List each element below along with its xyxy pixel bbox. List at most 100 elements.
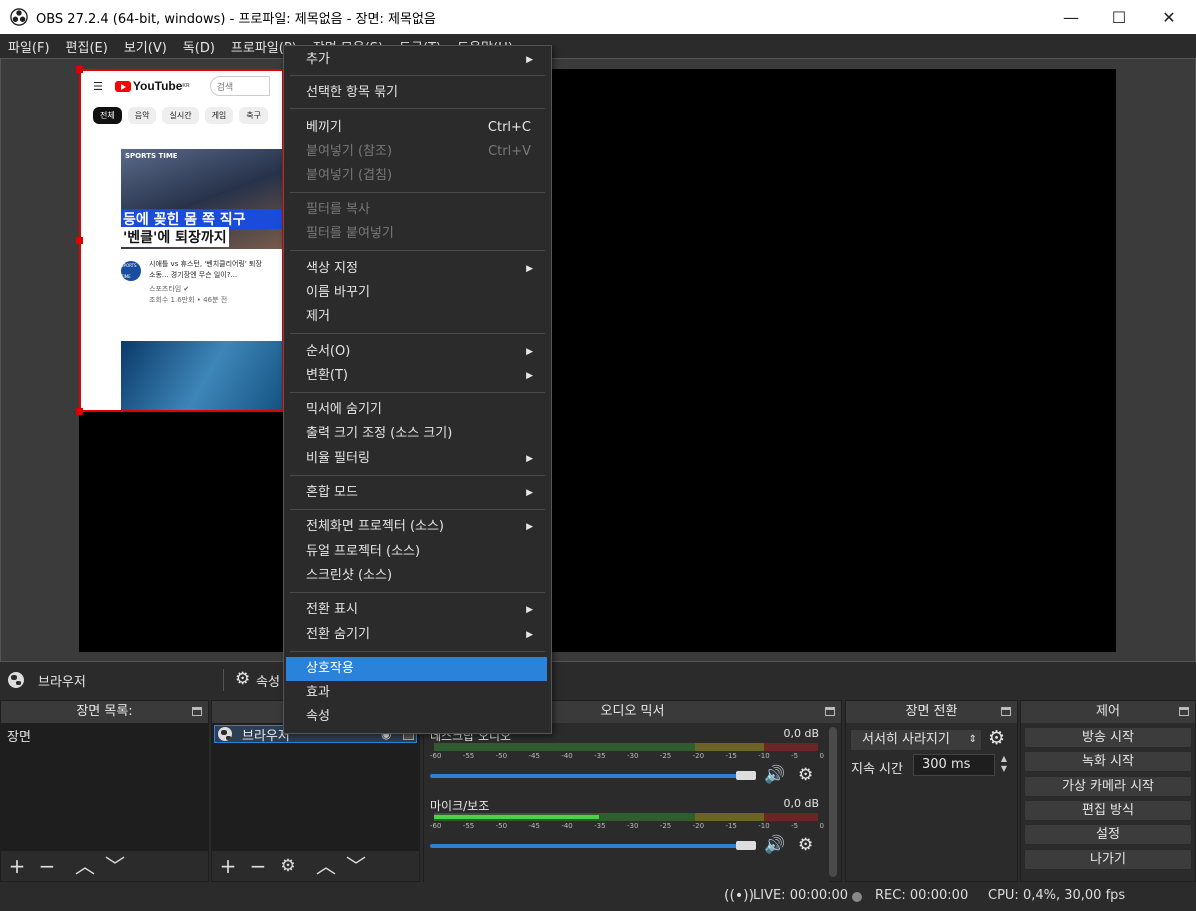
speaker-icon[interactable]: 🔊: [764, 835, 785, 855]
close-button[interactable]: ✕: [1144, 0, 1194, 34]
settings-button[interactable]: 설정: [1024, 824, 1192, 845]
add-icon[interactable]: +: [218, 856, 238, 876]
menu-item-hide-transition[interactable]: 전환 숨기기 ▶: [286, 623, 547, 647]
resize-handle[interactable]: [76, 237, 83, 244]
menu-item-order[interactable]: 순서(O) ▶: [286, 340, 547, 364]
meter-level-bar: [434, 815, 599, 819]
maximize-button[interactable]: ☐: [1094, 0, 1144, 34]
properties-button[interactable]: 속성: [256, 671, 280, 690]
scene-transitions-dock: 장면 전환 서서히 사라지기 ⇕ ⚙ 지속 시간 300 ms ▲ ▼: [845, 700, 1018, 882]
start-virtual-camera-button[interactable]: 가상 카메라 시작: [1024, 776, 1192, 797]
obs-logo-icon: [10, 8, 28, 26]
resize-handle[interactable]: [76, 408, 83, 415]
minimize-button[interactable]: —: [1046, 0, 1096, 34]
meter-scale: -60 -55 -50 -45 -40 -35 -30 -25 -20 -15 -10 -5 0: [430, 822, 824, 830]
speaker-icon[interactable]: 🔊: [764, 765, 785, 785]
duration-label: 지속 시간: [851, 762, 903, 777]
menu-item-copy-filters: 필터를 복사: [306, 202, 370, 217]
menu-item-filters[interactable]: 효과: [286, 681, 547, 705]
source-tools: + − ⚙ ︿ ﹀: [212, 851, 419, 881]
chip: 실시간: [162, 107, 199, 124]
menu-item-blend-mode[interactable]: 혼합 모드 ▶: [286, 481, 547, 505]
duration-spinner[interactable]: ▲ ▼: [996, 754, 1012, 776]
menu-icon: ☰: [93, 79, 103, 93]
float-icon[interactable]: [1001, 707, 1011, 716]
mixer-channels: 데스크탑 오디오 0,0 dB -60 -55 -50 -45 -40 -35 -30 -25…: [424, 723, 829, 883]
menu-item-windowed-projector[interactable]: 듀얼 프로젝터 (소스): [286, 540, 547, 564]
menu-item-interact[interactable]: 상호작용: [286, 657, 547, 681]
studio-mode-button[interactable]: 편집 방식: [1024, 800, 1192, 821]
menu-edit[interactable]: 편집(E): [58, 37, 116, 56]
volume-slider[interactable]: [430, 844, 754, 848]
menu-bar: 파일(F) 편집(E) 보기(V) 독(D) 프로파일(P) 장면 모음(S) …: [0, 34, 1196, 58]
menu-separator: [290, 192, 545, 193]
menu-view[interactable]: 보기(V): [116, 37, 175, 56]
record-indicator-icon: [852, 892, 862, 902]
menu-item-transform[interactable]: 변환(T) ▶: [286, 364, 547, 388]
menu-item-set-color[interactable]: 색상 지정 ▶: [286, 257, 547, 281]
live-timer: LIVE: 00:00:00: [753, 888, 849, 903]
video-thumbnail: [121, 341, 282, 410]
start-streaming-button[interactable]: 방송 시작: [1024, 727, 1192, 748]
add-icon[interactable]: +: [7, 856, 27, 876]
gear-icon[interactable]: ⚙: [278, 856, 298, 876]
gear-icon[interactable]: ⚙: [798, 835, 813, 855]
float-icon[interactable]: [192, 707, 202, 716]
menu-item-remove[interactable]: 제거: [286, 305, 547, 329]
source-toolbar: 브라우저 ⚙ 속성: [0, 664, 1196, 696]
menu-item-copy[interactable]: 베끼기 Ctrl+C: [286, 116, 547, 140]
move-down-icon[interactable]: ﹀: [346, 856, 366, 876]
volume-slider[interactable]: [430, 774, 754, 778]
channel-avatar: SPORTS TIME: [121, 261, 141, 281]
meter-scale: -60 -55 -50 -45 -40 -35 -30 -25 -20 -15 -10 -5 0: [430, 752, 824, 760]
gear-icon[interactable]: ⚙: [235, 669, 250, 689]
video-info: SPORTS TIME 시애틀 vs 휴스턴, '벤치클리어링' 퇴장 소동..…: [121, 260, 262, 304]
menu-item-add[interactable]: 추가 ▶: [286, 48, 547, 72]
browser-source[interactable]: ☰ YouTube KR 검색 전체 음악 실시간 게임 축구 SPORTS TI…: [79, 69, 284, 412]
menu-item-hide-in-mixer[interactable]: 믹서에 숨기기: [286, 398, 547, 422]
menu-item-scale-filtering[interactable]: 비율 필터링 ▶: [286, 447, 547, 471]
exit-button[interactable]: 나가기: [1024, 849, 1192, 870]
menu-item-screenshot[interactable]: 스크린샷 (소스): [286, 564, 547, 588]
submenu-arrow-icon: ▶: [526, 630, 533, 640]
channel-level: 0,0 dB: [783, 727, 819, 740]
menu-separator: [290, 250, 545, 251]
menu-item-group[interactable]: 선택한 항목 묶기: [286, 81, 547, 105]
scene-list: 장면: [1, 723, 208, 851]
volume-slider-handle[interactable]: [736, 841, 756, 850]
duration-input[interactable]: 300 ms: [913, 754, 995, 776]
move-up-icon[interactable]: ︿: [75, 856, 95, 876]
scene-item[interactable]: 장면: [1, 723, 208, 748]
menu-file[interactable]: 파일(F): [0, 37, 58, 56]
move-down-icon[interactable]: ﹀: [105, 856, 125, 876]
gear-icon[interactable]: ⚙: [988, 727, 1005, 749]
transition-select[interactable]: 서서히 사라지기 ⇕: [850, 729, 982, 751]
context-menu: 추가 ▶ 선택한 항목 묶기 베끼기 Ctrl+C 붙여넣기 (참조) Ctrl+V …: [283, 45, 552, 734]
submenu-arrow-icon: ▶: [526, 454, 533, 464]
menu-dock[interactable]: 독(D): [175, 37, 223, 56]
resize-handle[interactable]: [76, 66, 83, 73]
menu-item-fullscreen-projector[interactable]: 전체화면 프로젝터 (소스) ▶: [286, 515, 547, 539]
submenu-arrow-icon: ▶: [526, 488, 533, 498]
volume-slider-handle[interactable]: [736, 771, 756, 780]
float-icon[interactable]: [1179, 707, 1189, 716]
menu-item-resize-output[interactable]: 출력 크기 조정 (소스 크기): [286, 422, 547, 446]
mixer-scrollbar[interactable]: [829, 727, 837, 877]
float-icon[interactable]: [825, 707, 835, 716]
submenu-arrow-icon: ▶: [526, 347, 533, 357]
remove-icon[interactable]: −: [248, 856, 268, 876]
yt-chips: 전체 음악 실시간 게임 축구: [81, 101, 282, 130]
gear-icon[interactable]: ⚙: [798, 765, 813, 785]
menu-item-show-transition[interactable]: 전환 표시 ▶: [286, 598, 547, 622]
submenu-arrow-icon: ▶: [526, 371, 533, 381]
menu-item-properties[interactable]: 속성: [286, 705, 547, 729]
remove-icon[interactable]: −: [37, 856, 57, 876]
globe-icon: [218, 727, 232, 741]
menu-item-rename[interactable]: 이름 바꾸기: [286, 281, 547, 305]
move-up-icon[interactable]: ︿: [316, 856, 336, 876]
divider: [223, 669, 224, 691]
globe-icon: [8, 672, 24, 688]
channel-name: 마이크/보조: [430, 799, 490, 813]
start-recording-button[interactable]: 녹화 시작: [1024, 751, 1192, 772]
menu-separator: [290, 592, 545, 593]
